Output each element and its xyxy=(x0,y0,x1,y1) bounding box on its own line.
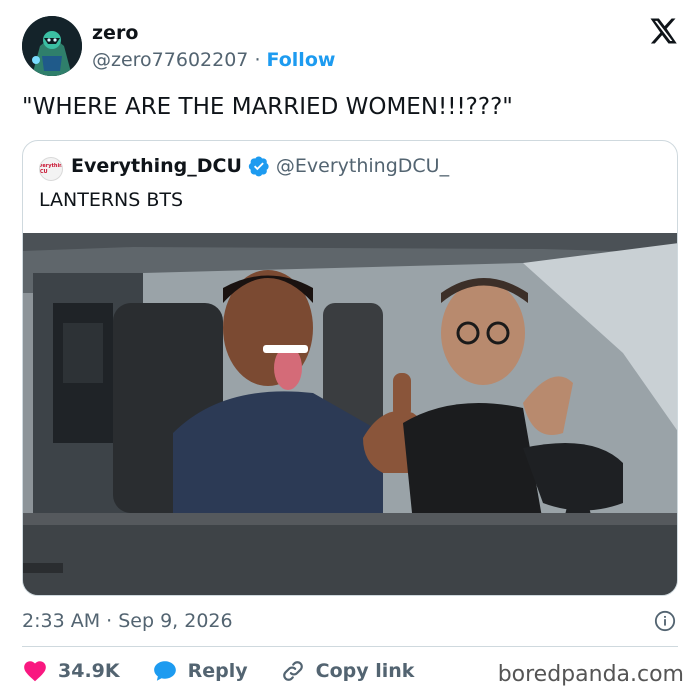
author-name[interactable]: zero xyxy=(92,22,138,44)
heart-icon xyxy=(24,661,46,682)
reply-button[interactable]: Reply xyxy=(152,658,248,684)
quoted-header: Everything_DCU @EverythingDCU_ xyxy=(71,155,449,177)
meta-separator: · xyxy=(254,49,261,71)
follow-button[interactable]: Follow xyxy=(267,49,336,71)
author-avatar[interactable] xyxy=(22,16,82,76)
quoted-avatar-text: Everything DCU xyxy=(39,163,63,175)
actions-divider xyxy=(22,646,678,647)
speech-bubble-icon xyxy=(153,661,176,681)
quoted-tweet[interactable]: Everything DCU Everything_DCU @Everythin… xyxy=(22,140,678,596)
tweet-text: "WHERE ARE THE MARRIED WOMEN!!!???" xyxy=(22,94,513,120)
watermark: boredpanda.com xyxy=(497,662,684,687)
x-logo-icon[interactable] xyxy=(648,16,678,46)
actions-bar: 34.9K Reply Copy link xyxy=(22,658,446,684)
info-icon[interactable] xyxy=(654,610,676,632)
quoted-avatar[interactable]: Everything DCU xyxy=(39,157,63,181)
like-count: 34.9K xyxy=(58,660,120,682)
copy-link-button[interactable]: Copy link xyxy=(280,658,415,684)
quoted-handle[interactable]: @EverythingDCU_ xyxy=(276,155,449,177)
quoted-photo[interactable] xyxy=(23,233,677,595)
link-icon xyxy=(282,661,303,681)
copy-link-label: Copy link xyxy=(315,660,415,682)
author-handle[interactable]: @zero77602207 xyxy=(92,49,248,71)
reply-label: Reply xyxy=(187,660,248,682)
avatar-image xyxy=(22,16,82,76)
tweet-timestamp[interactable]: 2:33 AM · Sep 9, 2026 xyxy=(22,610,233,632)
quoted-text: LANTERNS BTS xyxy=(39,189,184,211)
photo-illustration xyxy=(23,233,677,595)
verified-badge-icon xyxy=(248,156,269,177)
like-button[interactable]: 34.9K xyxy=(22,658,120,684)
quoted-name[interactable]: Everything_DCU xyxy=(71,155,242,177)
author-meta: @zero77602207 · Follow xyxy=(92,49,335,71)
